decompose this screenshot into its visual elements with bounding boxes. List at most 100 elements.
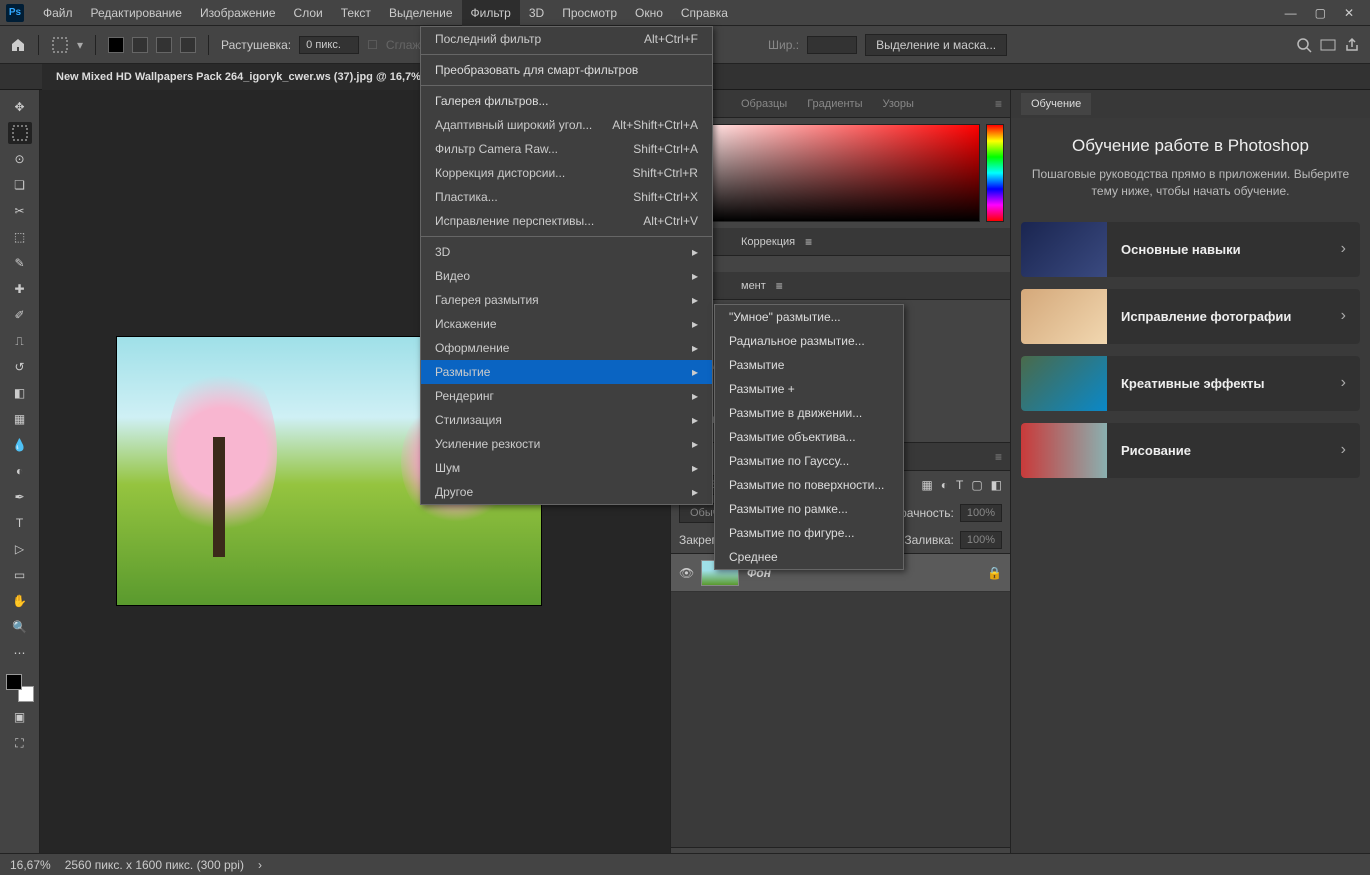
zoom-tool-icon[interactable]: 🔍: [8, 616, 32, 638]
pen-tool-icon[interactable]: ✒: [8, 486, 32, 508]
opacity-value[interactable]: 100%: [960, 504, 1002, 522]
mi-video[interactable]: Видео▸: [421, 264, 712, 288]
marquee-tool-icon[interactable]: [51, 36, 69, 54]
mi-last-filter[interactable]: Последний фильтрAlt+Ctrl+F: [421, 27, 712, 51]
mi-camera-raw[interactable]: Фильтр Camera Raw...Shift+Ctrl+A: [421, 137, 712, 161]
mi-shape-blur[interactable]: Размытие по фигуре...: [715, 521, 903, 545]
learn-card-creative[interactable]: Креативные эффекты ›: [1021, 356, 1360, 411]
menu-window[interactable]: Окно: [626, 0, 672, 26]
mi-blur-gallery[interactable]: Галерея размытия▸: [421, 288, 712, 312]
learn-card-drawing[interactable]: Рисование ›: [1021, 423, 1360, 478]
mi-lens-blur[interactable]: Размытие объектива...: [715, 425, 903, 449]
intersect-selection-icon[interactable]: [180, 37, 196, 53]
minimize-icon[interactable]: —: [1285, 6, 1297, 20]
stamp-tool-icon[interactable]: ⎍: [8, 330, 32, 352]
screenmode-icon[interactable]: ⛶: [8, 732, 32, 754]
eraser-tool-icon[interactable]: ◧: [8, 382, 32, 404]
mi-radial-blur[interactable]: Радиальное размытие...: [715, 329, 903, 353]
more-tools-icon[interactable]: ⋯: [8, 642, 32, 664]
mi-adaptive-wide[interactable]: Адаптивный широкий угол...Alt+Shift+Ctrl…: [421, 113, 712, 137]
share-icon[interactable]: [1344, 37, 1360, 53]
mi-render[interactable]: Рендеринг▸: [421, 384, 712, 408]
search-icon[interactable]: [1296, 37, 1312, 53]
mi-box-blur[interactable]: Размытие по рамке...: [715, 497, 903, 521]
mi-other[interactable]: Другое▸: [421, 480, 712, 504]
gradient-tool-icon[interactable]: ▦: [8, 408, 32, 430]
menu-filter[interactable]: Фильтр: [462, 0, 520, 26]
fill-value[interactable]: 100%: [960, 531, 1002, 549]
quick-select-tool-icon[interactable]: ❏: [8, 174, 32, 196]
dodge-tool-icon[interactable]: ◐: [8, 460, 32, 482]
mi-filter-gallery[interactable]: Галерея фильтров...: [421, 89, 712, 113]
dropdown-icon[interactable]: ▾: [77, 38, 83, 52]
menu-layer[interactable]: Слои: [285, 0, 332, 26]
frame-tool-icon[interactable]: ⬚: [8, 226, 32, 248]
visibility-icon[interactable]: 👁: [679, 566, 693, 580]
history-brush-tool-icon[interactable]: ↺: [8, 356, 32, 378]
home-icon[interactable]: [10, 37, 26, 53]
healing-tool-icon[interactable]: ✚: [8, 278, 32, 300]
mi-stylize[interactable]: Стилизация▸: [421, 408, 712, 432]
hand-tool-icon[interactable]: ✋: [8, 590, 32, 612]
mi-lens-correction[interactable]: Коррекция дисторсии...Shift+Ctrl+R: [421, 161, 712, 185]
maximize-icon[interactable]: ▢: [1315, 6, 1326, 20]
tab-gradients[interactable]: Градиенты: [797, 90, 872, 118]
mi-3d[interactable]: 3D▸: [421, 240, 712, 264]
menu-select[interactable]: Выделение: [380, 0, 462, 26]
add-selection-icon[interactable]: [132, 37, 148, 53]
subtract-selection-icon[interactable]: [156, 37, 172, 53]
tab-adjust-partial[interactable]: мент: [731, 272, 776, 300]
workspace-icon[interactable]: [1320, 37, 1336, 53]
filter-adjust-icon[interactable]: ◐: [941, 478, 948, 492]
document-tab[interactable]: New Mixed HD Wallpapers Pack 264_igoryk_…: [42, 64, 436, 90]
mi-gaussian-blur[interactable]: Размытие по Гауссу...: [715, 449, 903, 473]
blur-tool-icon[interactable]: 💧: [8, 434, 32, 456]
mi-noise[interactable]: Шум▸: [421, 456, 712, 480]
mi-convert-smart[interactable]: Преобразовать для смарт-фильтров: [421, 58, 712, 82]
menu-edit[interactable]: Редактирование: [82, 0, 191, 26]
mi-blur[interactable]: Размытие▸: [421, 360, 712, 384]
mi-blur-basic[interactable]: Размытие: [715, 353, 903, 377]
move-tool-icon[interactable]: ✥: [8, 96, 32, 118]
mi-surface-blur[interactable]: Размытие по поверхности...: [715, 473, 903, 497]
eyedropper-tool-icon[interactable]: ✎: [8, 252, 32, 274]
tab-patterns[interactable]: Узоры: [873, 90, 924, 118]
chevron-right-icon[interactable]: ›: [258, 858, 262, 872]
menu-help[interactable]: Справка: [672, 0, 737, 26]
quickmask-icon[interactable]: ▣: [8, 706, 32, 728]
marquee-tool-icon[interactable]: [8, 122, 32, 144]
filter-shape-icon[interactable]: ▢: [971, 478, 982, 492]
mi-pixelate[interactable]: Оформление▸: [421, 336, 712, 360]
brush-tool-icon[interactable]: ✐: [8, 304, 32, 326]
text-tool-icon[interactable]: T: [8, 512, 32, 534]
hue-slider[interactable]: [986, 124, 1004, 222]
lasso-tool-icon[interactable]: ⊙: [8, 148, 32, 170]
path-select-tool-icon[interactable]: ▷: [8, 538, 32, 560]
menu-type[interactable]: Текст: [332, 0, 380, 26]
filter-pixel-icon[interactable]: ▦: [921, 478, 932, 492]
tab-learn[interactable]: Обучение: [1021, 93, 1091, 115]
mi-smart-blur[interactable]: "Умное" размытие...: [715, 305, 903, 329]
mi-distort[interactable]: Искажение▸: [421, 312, 712, 336]
learn-card-basics[interactable]: Основные навыки ›: [1021, 222, 1360, 277]
mi-average[interactable]: Среднее: [715, 545, 903, 569]
tab-correction[interactable]: Коррекция: [731, 228, 805, 256]
feather-input[interactable]: [299, 36, 359, 54]
zoom-level[interactable]: 16,67%: [10, 858, 51, 872]
select-and-mask-button[interactable]: Выделение и маска...: [865, 34, 1007, 56]
panel-menu-icon[interactable]: ≡: [776, 279, 783, 293]
mi-blur-more[interactable]: Размытие +: [715, 377, 903, 401]
mi-vanishing-point[interactable]: Исправление перспективы...Alt+Ctrl+V: [421, 209, 712, 233]
filter-type-icon[interactable]: T: [956, 478, 963, 492]
shape-tool-icon[interactable]: ▭: [8, 564, 32, 586]
menu-file[interactable]: Файл: [34, 0, 82, 26]
learn-card-photo-fix[interactable]: Исправление фотографии ›: [1021, 289, 1360, 344]
tab-swatches[interactable]: Образцы: [731, 90, 797, 118]
mi-liquify[interactable]: Пластика...Shift+Ctrl+X: [421, 185, 712, 209]
new-selection-icon[interactable]: [108, 37, 124, 53]
crop-tool-icon[interactable]: ✂: [8, 200, 32, 222]
close-icon[interactable]: ✕: [1344, 6, 1354, 20]
panel-menu-icon[interactable]: ≡: [987, 97, 1010, 111]
filter-smart-icon[interactable]: ◧: [991, 478, 1002, 492]
color-field[interactable]: [677, 124, 980, 222]
